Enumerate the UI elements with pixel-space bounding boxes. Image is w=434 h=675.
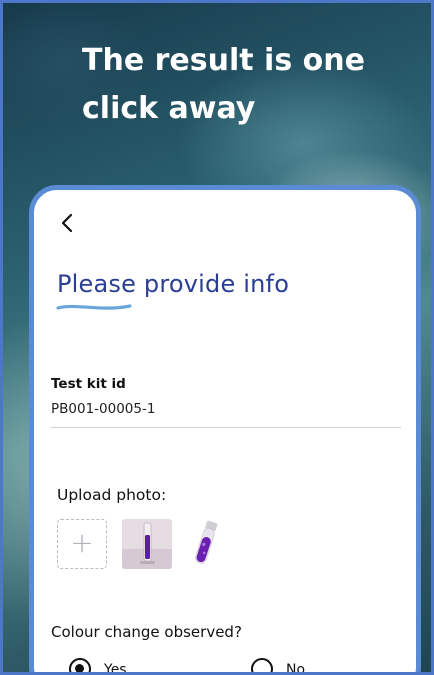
- yes-radio-label[interactable]: Yes: [104, 662, 127, 672]
- no-radio-label[interactable]: No: [286, 662, 305, 672]
- test-kit-id-field[interactable]: PB001-00005-1: [51, 401, 155, 417]
- yes-radio[interactable]: [69, 658, 91, 672]
- plus-icon: +: [70, 526, 94, 559]
- photo-thumbnail-vial[interactable]: [191, 519, 221, 569]
- phone-screen: Please provide info Test kit id PB001-00…: [29, 185, 421, 672]
- field-underline: [51, 427, 401, 428]
- no-radio[interactable]: [251, 658, 273, 672]
- photo-thumbnail-tube[interactable]: [122, 519, 172, 569]
- promo-headline: The result is one click away: [82, 43, 365, 126]
- chevron-left-icon[interactable]: [58, 212, 78, 234]
- add-photo-button[interactable]: +: [57, 519, 107, 569]
- upload-photo-label: Upload photo:: [57, 486, 167, 504]
- page-title: Please provide info: [57, 270, 290, 298]
- title-underline-swoosh: [56, 304, 132, 310]
- promo-frame: The result is one click away Please prov…: [0, 0, 434, 675]
- colour-change-question: Colour change observed?: [51, 623, 242, 641]
- test-kit-label: Test kit id: [51, 376, 126, 392]
